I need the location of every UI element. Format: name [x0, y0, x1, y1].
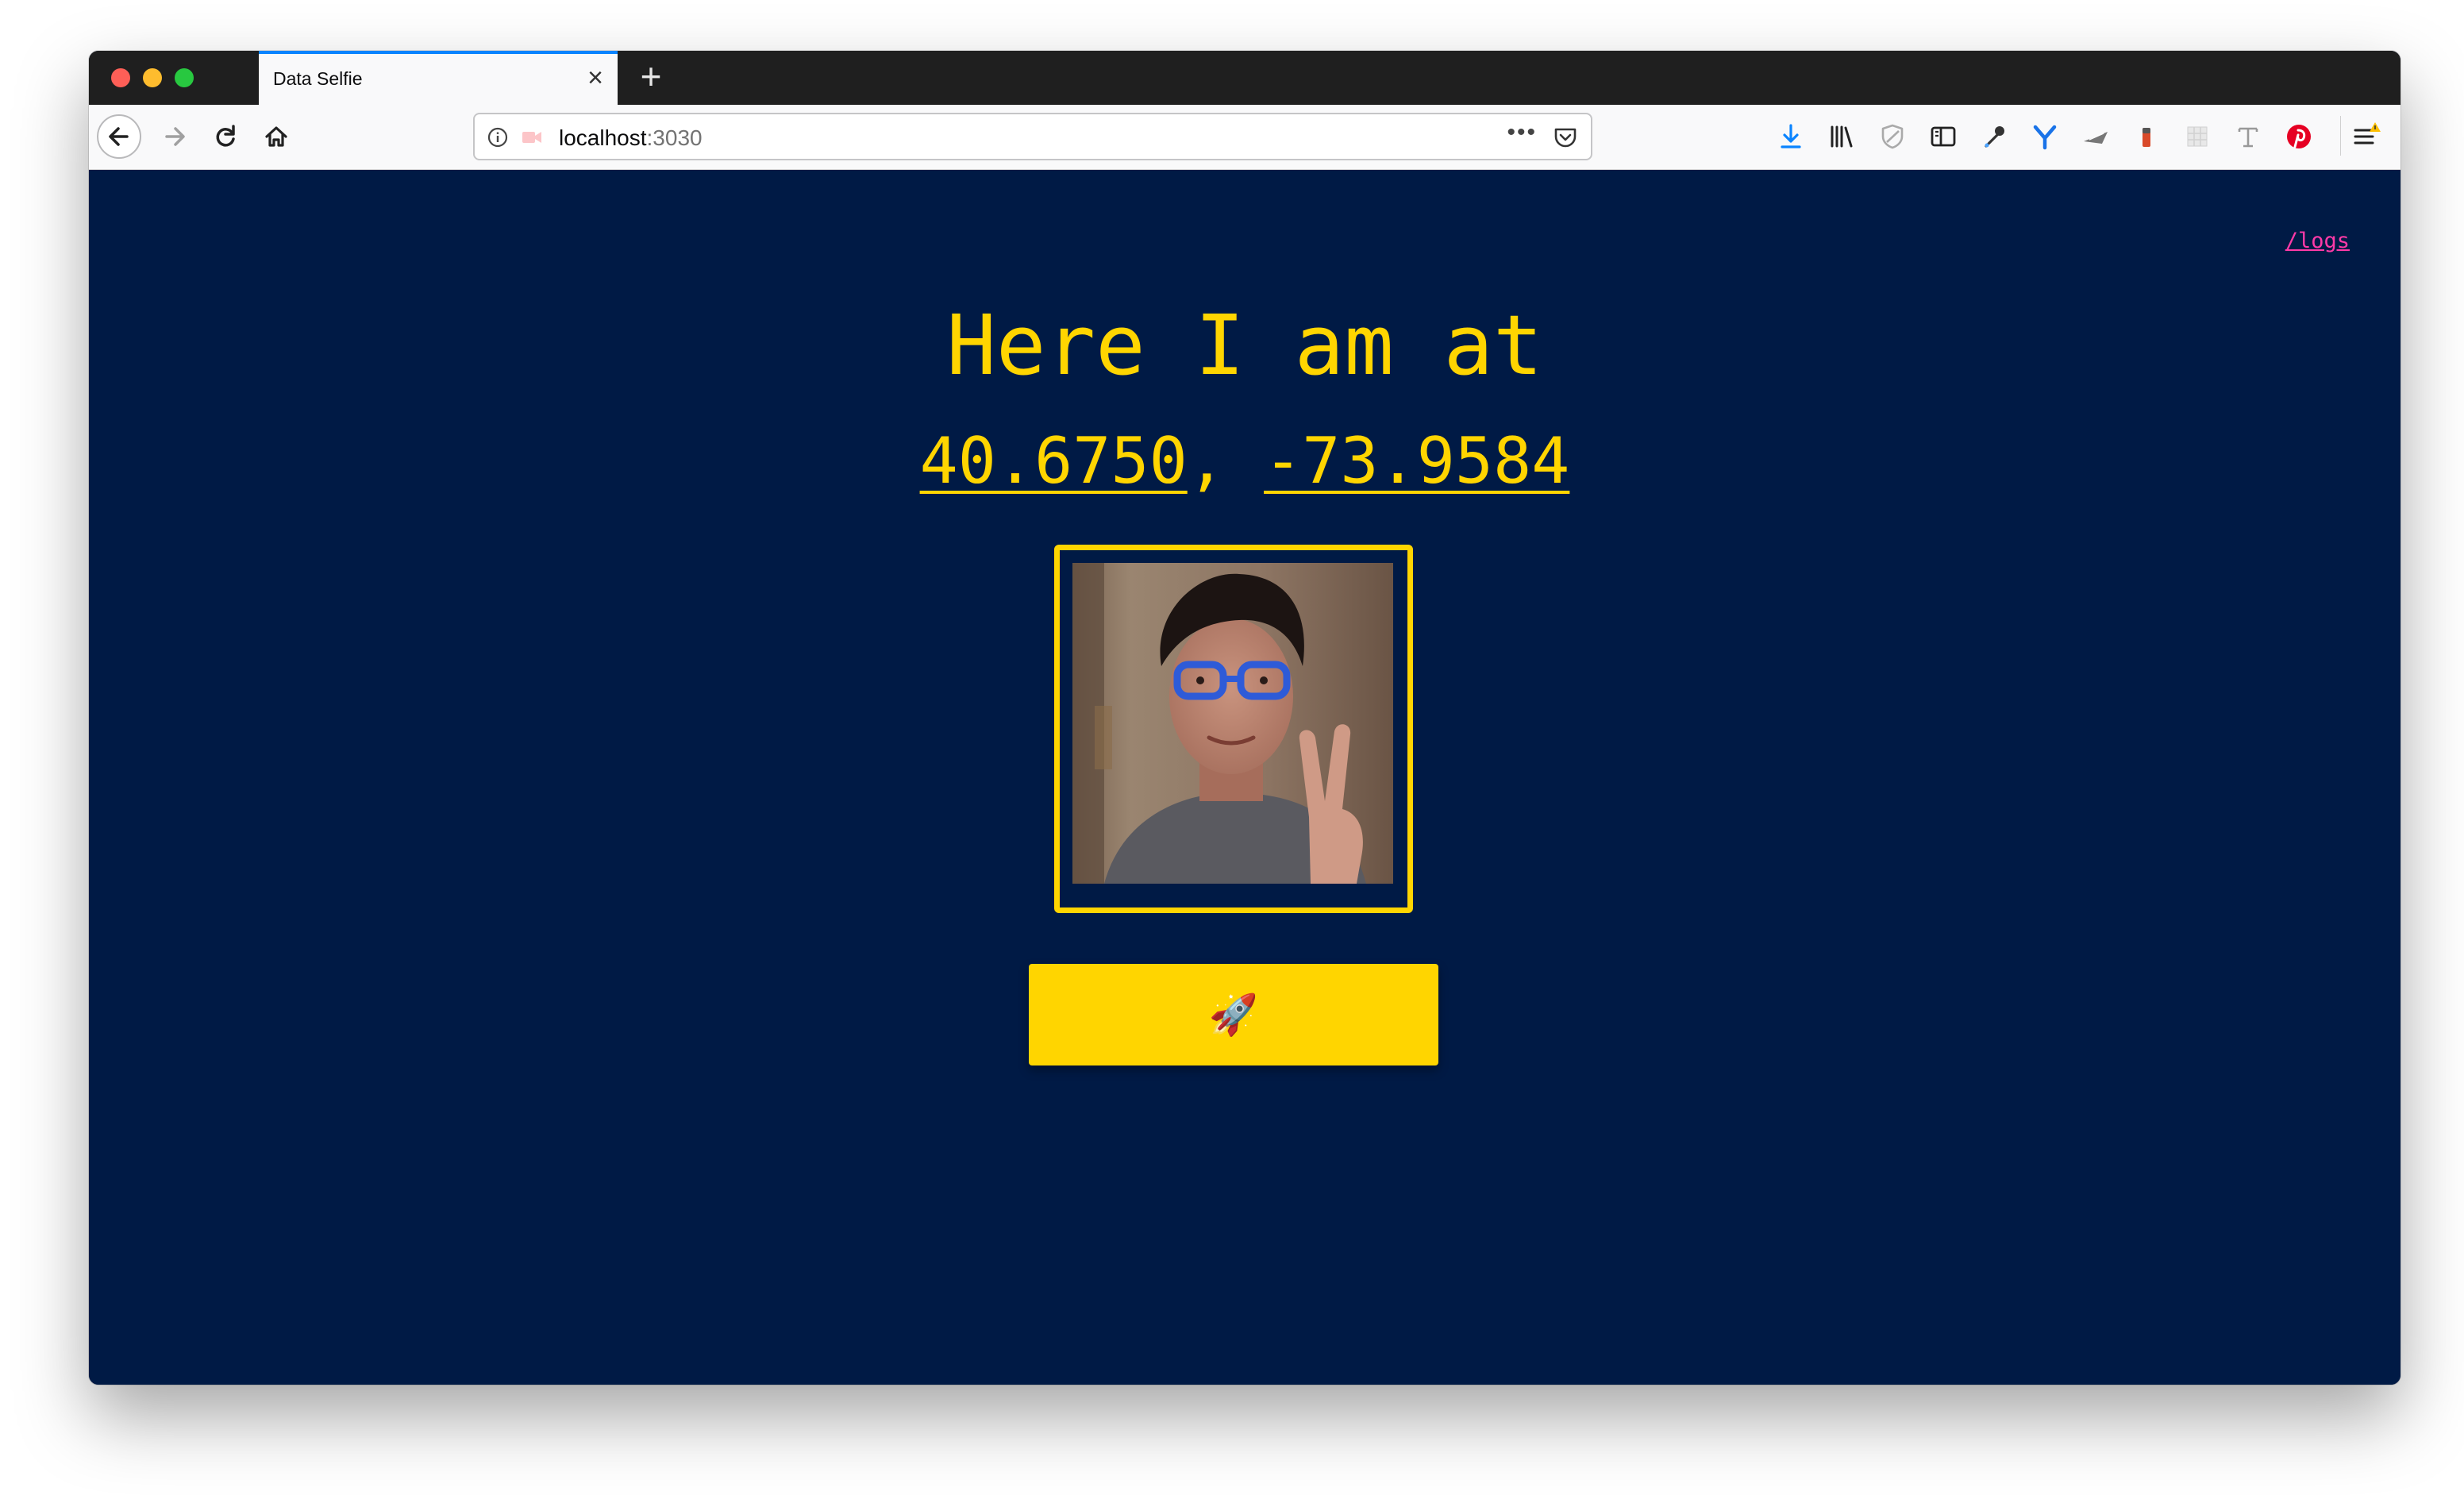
browser-window: Data Selfie × + localhost:3030 ••• /logs…: [89, 51, 2400, 1385]
new-tab-button[interactable]: +: [629, 54, 673, 98]
extension-y-icon[interactable]: [2029, 121, 2061, 152]
page-actions-more-icon[interactable]: •••: [1507, 119, 1537, 146]
toolbar-divider: [2340, 116, 2341, 156]
longitude-value: -73.9584: [1264, 424, 1570, 498]
logs-link[interactable]: /logs: [2285, 229, 2350, 253]
page-heading: Here I am at: [946, 297, 1543, 394]
latitude-value: 40.6750: [919, 424, 1188, 498]
reload-button[interactable]: [203, 114, 248, 159]
tab-data-selfie[interactable]: Data Selfie ×: [259, 51, 618, 105]
coordinate-separator: ,: [1187, 424, 1265, 498]
library-icon[interactable]: [1826, 121, 1858, 152]
url-port: :3030: [646, 125, 703, 150]
extension-t-icon[interactable]: [2232, 121, 2264, 152]
pinterest-icon[interactable]: [2283, 121, 2315, 152]
url-text: localhost:3030: [559, 125, 703, 151]
webcam-video: [1072, 563, 1393, 884]
home-icon: [265, 126, 287, 147]
menu-icon[interactable]: [2350, 121, 2381, 152]
coordinates: 40.6750, -73.9584: [89, 424, 2400, 498]
url-host: localhost: [559, 125, 647, 150]
camera-permission-icon[interactable]: [521, 127, 543, 148]
selfie-image: [1072, 563, 1393, 884]
arrow-right-icon: [165, 127, 185, 146]
eyedropper-icon[interactable]: [1978, 121, 2010, 152]
submit-button[interactable]: 🚀: [1029, 964, 1438, 1065]
info-icon[interactable]: [486, 125, 510, 149]
zoom-window-button[interactable]: [175, 68, 194, 87]
back-button[interactable]: [97, 114, 141, 159]
extension-plane-icon[interactable]: [2080, 121, 2112, 152]
tab-strip: Data Selfie × +: [89, 51, 2400, 105]
sidebar-icon[interactable]: [1927, 121, 1959, 152]
forward-button[interactable]: [152, 114, 197, 159]
extension-grid-icon[interactable]: [2181, 121, 2213, 152]
extension-battery-icon[interactable]: [2131, 121, 2162, 152]
page-content: /logs Here I am at 40.6750, -73.9584 🚀: [89, 170, 2400, 1385]
tracking-shield-icon[interactable]: [1877, 121, 1908, 152]
download-icon[interactable]: [1775, 121, 1807, 152]
tab-close-icon[interactable]: ×: [587, 64, 603, 92]
arrow-left-icon: [109, 127, 129, 146]
navigation-toolbar: localhost:3030 •••: [89, 105, 2400, 170]
video-frame: [1054, 545, 1413, 913]
address-bar[interactable]: localhost:3030 •••: [473, 113, 1592, 160]
home-button[interactable]: [254, 114, 298, 159]
minimize-window-button[interactable]: [143, 68, 162, 87]
close-window-button[interactable]: [111, 68, 130, 87]
pocket-icon[interactable]: [1553, 125, 1578, 149]
reload-icon: [216, 125, 235, 147]
tab-title: Data Selfie: [273, 68, 363, 89]
